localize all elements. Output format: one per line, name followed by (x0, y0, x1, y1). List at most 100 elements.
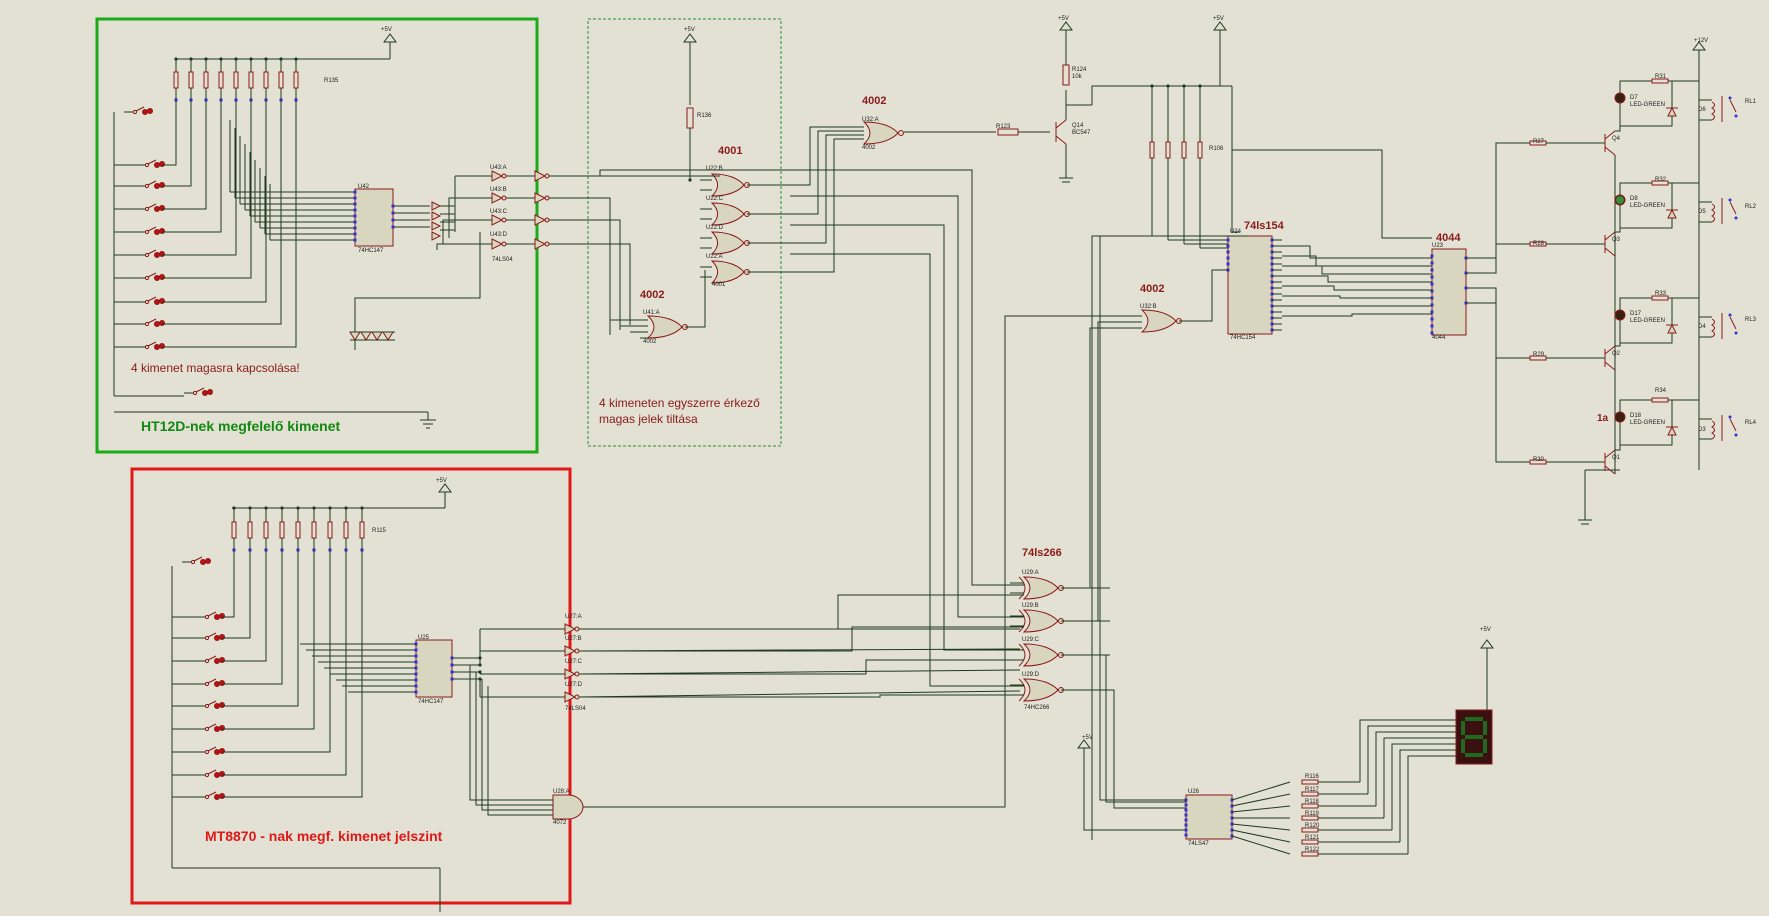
label-q1: Q1 (1612, 455, 1621, 461)
label-u22a: U22:A (706, 254, 723, 260)
label-led-d17: LED-GREEN (1630, 318, 1665, 324)
interconnect-wires (1091, 85, 1432, 840)
label-d6: D6 (1698, 107, 1706, 113)
label-u29b: U29:B (1022, 603, 1039, 609)
u25-encoder (415, 639, 453, 698)
label-u42-type: 74HC147 (358, 248, 384, 254)
label-q2: Q2 (1612, 351, 1621, 357)
label-r124-val: 10k (1072, 74, 1083, 80)
label-u28-type: 4072 (553, 820, 567, 826)
label-r33: R33 (1655, 291, 1667, 297)
label-u27c: U27:C (565, 659, 583, 665)
label-u22c: U22:C (706, 196, 724, 202)
label-r34: R34 (1655, 388, 1667, 394)
label-r123: R123 (996, 124, 1011, 130)
nor-gates-4001 (575, 160, 790, 335)
label-u27d: U27:D (565, 682, 583, 688)
label-u28a: U28:A (553, 789, 570, 795)
label-u22b: U22:B (706, 166, 723, 172)
schematic-drawing: .w{stroke:#1f3a1f;stroke-width:1;fill:no… (95, 16, 1757, 912)
label-r119: R119 (1305, 811, 1320, 817)
label-u24-type: 74HC154 (1230, 335, 1256, 341)
label-led-d18: LED-GREEN (1630, 420, 1665, 426)
label-u42: U42 (358, 184, 370, 190)
label-r28: R28 (1533, 241, 1545, 247)
label-r122: R122 (1305, 847, 1320, 853)
label-u29-type: 74HC266 (1024, 705, 1050, 711)
label-r117: R117 (1305, 787, 1320, 793)
label-u22-type: 4001 (712, 282, 726, 288)
chip-title-4002-mid: 4002 (1140, 283, 1164, 295)
label-u41-type: 4002 (643, 339, 657, 345)
chip-title-4001: 4001 (718, 145, 742, 157)
label-u25-type: 74HC147 (418, 699, 444, 705)
q14-stage (904, 21, 1092, 183)
label-u41a: U41:A (643, 310, 660, 316)
label-r106: R106 (1209, 146, 1224, 152)
label-r31: R31 (1655, 74, 1667, 80)
power-5v-green: +5V (381, 27, 392, 33)
switch-column-bottom (171, 550, 441, 912)
label-u26-type: 74LS47 (1188, 841, 1209, 847)
label-r29: R29 (1533, 352, 1545, 358)
nor-gate-4002-mid (1004, 269, 1228, 333)
dashed-section-frame (587, 18, 782, 447)
u24-decoder (1227, 235, 1273, 335)
label-u27b: U27:B (565, 636, 582, 642)
label-u29d: U29:D (1022, 672, 1040, 678)
chip-title-or-top: 4002 (862, 95, 886, 107)
label-q4: Q4 (1612, 136, 1621, 142)
chip-title-74ls266: 74ls266 (1022, 547, 1062, 559)
segment-resistors (1231, 719, 1456, 857)
label-rl1: RL1 (1745, 99, 1757, 105)
label-u29a: U29:A (1022, 570, 1039, 576)
resistor-array-154 (1149, 21, 1240, 249)
nor-gate-4002-top (790, 121, 904, 273)
power-5v-seg: +5V (1480, 627, 1491, 633)
label-d5: D5 (1698, 209, 1706, 215)
relay-driver-stages (1466, 41, 1738, 525)
label-u32b: U32:B (1140, 304, 1157, 310)
label-u43c: U43:C (490, 209, 508, 215)
label-led-d8: LED-GREEN (1630, 203, 1665, 209)
label-r124: R124 (1072, 67, 1087, 73)
power-12v: +12V (1694, 38, 1708, 44)
label-u24: U24 (1230, 229, 1242, 235)
label-r120: R120 (1305, 823, 1320, 829)
schematic-canvas: .w{stroke:#1f3a1f;stroke-width:1;fill:no… (0, 0, 1769, 916)
label-r121: R121 (1305, 835, 1320, 841)
chip-title-4002-left: 4002 (640, 289, 664, 301)
label-rl4: RL4 (1745, 420, 1757, 426)
green-section-note: 4 kimenet magasra kapcsolása! (131, 361, 300, 375)
label-u27-type: 74LS04 (565, 706, 586, 712)
label-u32a: U32:A (862, 117, 879, 123)
label-u29c: U29:C (1022, 637, 1040, 643)
label-u22d: U22:D (706, 225, 724, 231)
label-u25: U25 (418, 635, 430, 641)
label-u27a: U27:A (565, 614, 582, 620)
label-u43-type: 74LS04 (492, 257, 513, 263)
power-5v-red: +5V (436, 478, 447, 484)
power-5v-154: +5V (1213, 16, 1224, 22)
label-u26: U26 (1188, 789, 1200, 795)
label-r136: R136 (697, 113, 712, 119)
label-q3: Q3 (1612, 237, 1621, 243)
xnor-gates-74ls266 (575, 169, 1186, 831)
label-r115: R115 (372, 528, 387, 534)
label-d8: D8 (1630, 196, 1638, 202)
label-u43a: U43:A (490, 165, 507, 171)
power-5v-q14: +5V (1058, 16, 1069, 22)
green-section-frame (95, 17, 539, 454)
label-u23: U23 (1432, 243, 1444, 249)
label-q14-type: BC547 (1072, 130, 1091, 136)
r136-resistor (683, 33, 697, 160)
label-u43b: U43:B (490, 187, 507, 193)
label-d18: D18 (1630, 413, 1642, 419)
switch-column-top (113, 100, 355, 397)
label-r32: R32 (1655, 177, 1667, 183)
label-r116: R116 (1305, 774, 1320, 780)
resistor-array-top (173, 33, 397, 102)
red-section-title: MT8870 - nak megf. kimenet jelszint (205, 828, 443, 844)
label-u43d: U43:D (490, 232, 508, 238)
resistor-array-bottom (231, 483, 452, 552)
